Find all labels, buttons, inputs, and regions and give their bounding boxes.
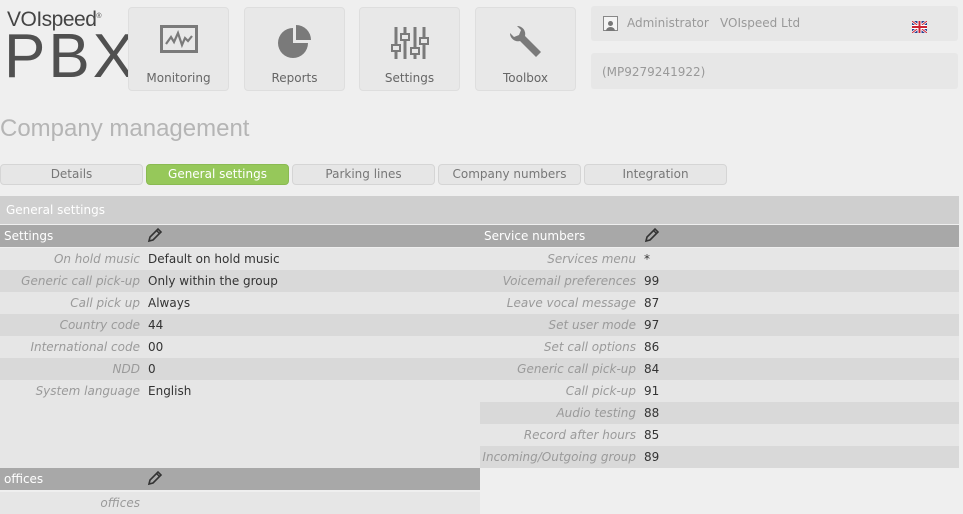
user-company: VOIspeed Ltd bbox=[720, 16, 801, 30]
tab-details[interactable]: Details bbox=[0, 164, 143, 185]
nav-monitoring-label: Monitoring bbox=[146, 71, 211, 85]
settings-row: International code 00 bbox=[0, 336, 480, 358]
setting-label: Country code bbox=[59, 318, 140, 332]
sliders-icon bbox=[360, 25, 459, 61]
setting-value: Always bbox=[148, 296, 191, 310]
nav-toolbox-label: Toolbox bbox=[503, 71, 548, 85]
service-value: 86 bbox=[644, 340, 660, 354]
panel-title: General settings bbox=[6, 203, 105, 217]
service-numbers-section-title: Service numbers bbox=[484, 229, 586, 243]
user-icon bbox=[603, 16, 618, 31]
tab-general-settings[interactable]: General settings bbox=[146, 164, 289, 185]
service-value: * bbox=[644, 252, 650, 266]
offices-label: offices bbox=[100, 496, 140, 510]
settings-section-header: Settings bbox=[0, 225, 480, 247]
nav-monitoring[interactable]: Monitoring bbox=[128, 7, 229, 91]
service-value: 91 bbox=[644, 384, 660, 398]
service-number-row: Set user mode 97 bbox=[480, 314, 959, 336]
settings-row: System language English bbox=[0, 380, 480, 402]
settings-empty-area bbox=[0, 402, 480, 468]
tab-parking-lines[interactable]: Parking lines bbox=[292, 164, 435, 185]
service-value: 97 bbox=[644, 318, 660, 332]
service-value: 87 bbox=[644, 296, 660, 310]
settings-row: On hold music Default on hold music bbox=[0, 248, 480, 270]
nav-toolbox[interactable]: Toolbox bbox=[475, 7, 576, 91]
service-label: Incoming/Outgoing group bbox=[482, 450, 636, 464]
service-label: Audio testing bbox=[556, 406, 636, 420]
service-label: Set call options bbox=[543, 340, 636, 354]
setting-label: NDD bbox=[112, 362, 140, 376]
edit-offices-pencil-icon[interactable] bbox=[147, 470, 163, 486]
setting-value: 0 bbox=[148, 362, 156, 376]
setting-label: On hold music bbox=[53, 252, 140, 266]
service-number-row: Set call options 86 bbox=[480, 336, 959, 358]
service-number-row: Record after hours message 85 bbox=[480, 424, 959, 456]
service-value: 88 bbox=[644, 406, 660, 420]
uk-flag-icon[interactable] bbox=[911, 18, 928, 34]
logo-product: PBX bbox=[4, 22, 138, 91]
service-numbers-section-header: Service numbers bbox=[480, 225, 959, 247]
settings-row: Country code 44 bbox=[0, 314, 480, 336]
setting-label: Generic call pick-up bbox=[21, 274, 140, 288]
nav-settings[interactable]: Settings bbox=[359, 7, 460, 91]
setting-label: Call pick up bbox=[70, 296, 140, 310]
service-label: Leave vocal message bbox=[506, 296, 636, 310]
service-label: Call pick-up bbox=[565, 384, 636, 398]
settings-row: Generic call pick-up Only within the gro… bbox=[0, 270, 480, 292]
setting-label: System language bbox=[35, 384, 140, 398]
service-label: Voicemail preferences bbox=[502, 274, 636, 288]
edit-settings-pencil-icon[interactable] bbox=[147, 227, 163, 243]
service-number-row: Audio testing 88 bbox=[480, 402, 959, 424]
service-value: 99 bbox=[644, 274, 660, 288]
tab-company-numbers[interactable]: Company numbers bbox=[438, 164, 581, 185]
setting-value: Only within the group bbox=[148, 274, 278, 288]
settings-row: Call pick up Always bbox=[0, 292, 480, 314]
user-info-bar: Administrator VOIspeed Ltd bbox=[591, 6, 958, 41]
nav-reports-label: Reports bbox=[271, 71, 318, 85]
service-label: Services menu bbox=[547, 252, 636, 266]
general-settings-panel-header: General settings bbox=[0, 196, 959, 224]
service-number-row: Incoming/Outgoing group 89 bbox=[480, 446, 959, 468]
wrench-icon bbox=[476, 25, 575, 61]
service-label: Set user mode bbox=[548, 318, 636, 332]
setting-value: 00 bbox=[148, 340, 164, 354]
account-code: (MP9279241922) bbox=[602, 65, 706, 79]
service-number-row: Services menu * bbox=[480, 248, 959, 270]
service-value: 85 bbox=[644, 428, 660, 442]
settings-section-title: Settings bbox=[4, 229, 54, 243]
account-code-box: (MP9279241922) bbox=[591, 53, 958, 89]
service-number-row: Call pick-up 91 bbox=[480, 380, 959, 402]
offices-section-title: offices bbox=[4, 472, 44, 486]
voispeed-pbx-logo: VOIspeed® PBX bbox=[4, 6, 134, 88]
tab-integration[interactable]: Integration bbox=[584, 164, 727, 185]
edit-service-numbers-pencil-icon[interactable] bbox=[644, 227, 660, 243]
pie-chart-icon bbox=[245, 25, 344, 61]
offices-section-header: offices bbox=[0, 468, 480, 490]
service-value: 89 bbox=[644, 450, 660, 464]
service-number-row: Voicemail preferences 99 bbox=[480, 270, 959, 292]
setting-label: International code bbox=[30, 340, 140, 354]
service-number-row: Generic call pick-up 84 bbox=[480, 358, 959, 380]
nav-reports[interactable]: Reports bbox=[244, 7, 345, 91]
nav-settings-label: Settings bbox=[384, 71, 435, 85]
user-name[interactable]: Administrator bbox=[627, 16, 709, 30]
setting-value: Default on hold music bbox=[148, 252, 280, 266]
page-title: Company management bbox=[0, 115, 250, 142]
monitoring-icon bbox=[129, 25, 228, 61]
service-label: Generic call pick-up bbox=[517, 362, 636, 376]
setting-value: 44 bbox=[148, 318, 164, 332]
setting-value: English bbox=[148, 384, 192, 398]
offices-row: offices bbox=[0, 492, 480, 514]
settings-row: NDD 0 bbox=[0, 358, 480, 380]
service-number-row: Leave vocal message 87 bbox=[480, 292, 959, 314]
service-value: 84 bbox=[644, 362, 660, 376]
